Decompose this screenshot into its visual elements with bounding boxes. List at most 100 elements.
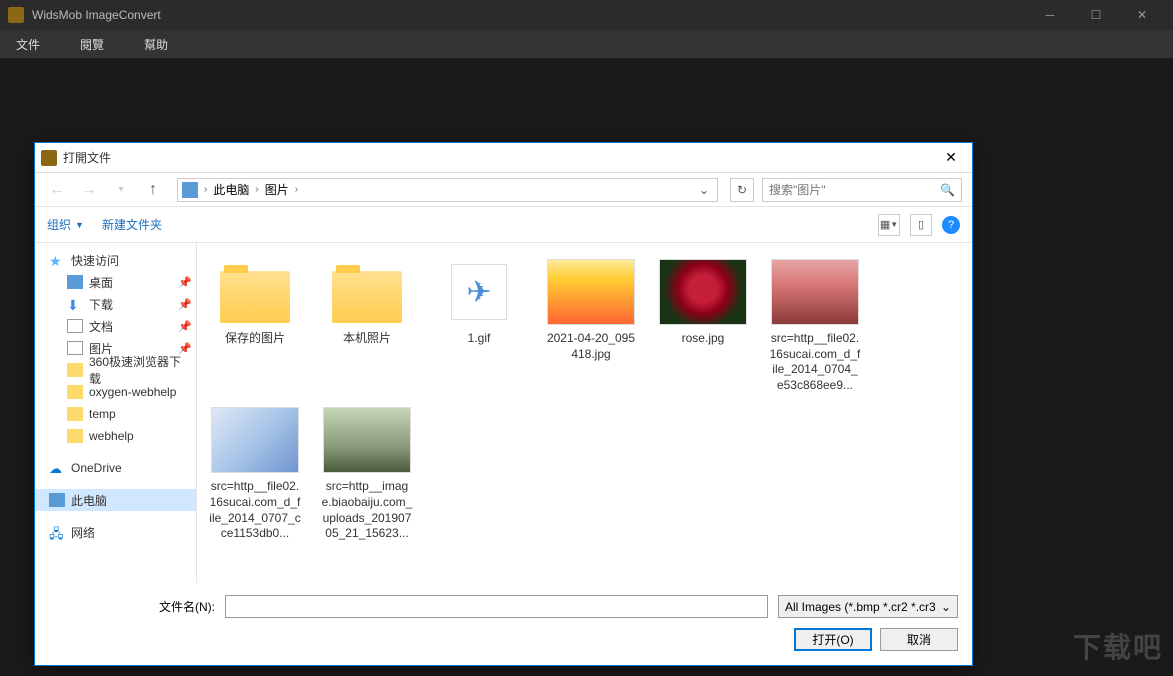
cancel-button[interactable]: 取消 bbox=[880, 628, 958, 651]
nav-up-button[interactable]: ↑ bbox=[141, 178, 165, 202]
sidebar-folder-webhelp[interactable]: webhelp bbox=[35, 425, 196, 447]
sidebar: ★快速访问 桌面📌 ⬇下载📌 文档📌 图片📌 360极速浏览器下载 oxygen… bbox=[35, 243, 197, 583]
nav-forward-button[interactable]: → bbox=[77, 178, 101, 202]
view-mode-button[interactable]: ▦ ▼ bbox=[878, 214, 900, 236]
file-name: 1.gif bbox=[468, 331, 491, 347]
pin-icon: 📌 bbox=[178, 298, 192, 311]
app-title: WidsMob ImageConvert bbox=[32, 8, 1027, 22]
file-name: 本机照片 bbox=[343, 331, 391, 347]
sidebar-thispc[interactable]: 此电脑 bbox=[35, 489, 196, 511]
sidebar-desktop[interactable]: 桌面📌 bbox=[35, 271, 196, 293]
search-icon[interactable]: 🔍 bbox=[940, 183, 955, 197]
breadcrumb-dropdown[interactable]: ⌄ bbox=[695, 183, 713, 197]
help-icon[interactable]: ? bbox=[942, 216, 960, 234]
breadcrumb-thispc[interactable]: 此电脑 bbox=[209, 179, 253, 200]
sidebar-folder-temp[interactable]: temp bbox=[35, 403, 196, 425]
folder-icon bbox=[332, 271, 402, 323]
file-item[interactable]: rose.jpg bbox=[653, 255, 753, 397]
preview-pane-button[interactable]: ▯ bbox=[910, 214, 932, 236]
titlebar: WidsMob ImageConvert ─ ☐ ✕ bbox=[0, 0, 1173, 30]
file-item[interactable]: src=http__file02.16sucai.com_d_file_2014… bbox=[205, 403, 305, 545]
breadcrumb-pc-icon bbox=[182, 182, 198, 198]
watermark: 下载吧 bbox=[1073, 626, 1163, 666]
image-thumbnail bbox=[659, 259, 747, 325]
pc-icon bbox=[49, 493, 65, 507]
monitor-icon bbox=[67, 275, 83, 289]
dialog-body: ★快速访问 桌面📌 ⬇下载📌 文档📌 图片📌 360极速浏览器下载 oxygen… bbox=[35, 243, 972, 583]
filetype-filter[interactable]: All Images (*.bmp *.cr2 *.cr3⌄ bbox=[778, 595, 958, 618]
filename-label: 文件名(N): bbox=[159, 598, 215, 615]
window-controls: ─ ☐ ✕ bbox=[1027, 0, 1165, 30]
file-item[interactable]: ✈ 1.gif bbox=[429, 255, 529, 397]
maximize-button[interactable]: ☐ bbox=[1073, 0, 1119, 30]
chevron-right-icon: › bbox=[295, 184, 298, 195]
dialog-icon bbox=[41, 150, 57, 166]
sidebar-folder-oxygen[interactable]: oxygen-webhelp bbox=[35, 381, 196, 403]
file-name: 保存的图片 bbox=[225, 331, 285, 347]
file-name: src=http__file02.16sucai.com_d_file_2014… bbox=[769, 331, 861, 393]
image-icon: ✈ bbox=[451, 264, 507, 320]
sidebar-documents[interactable]: 文档📌 bbox=[35, 315, 196, 337]
nav-recent-button[interactable]: ▾ bbox=[109, 178, 133, 202]
sidebar-network[interactable]: 🖧网络 bbox=[35, 521, 196, 543]
star-icon: ★ bbox=[49, 253, 65, 267]
minimize-button[interactable]: ─ bbox=[1027, 0, 1073, 30]
new-folder-button[interactable]: 新建文件夹 bbox=[102, 216, 162, 233]
chevron-right-icon: › bbox=[255, 184, 258, 195]
search-box[interactable]: 🔍 bbox=[762, 178, 962, 202]
menubar: 文件 閱覽 幫助 bbox=[0, 30, 1173, 58]
menu-file[interactable]: 文件 bbox=[8, 32, 48, 57]
nav-back-button[interactable]: ← bbox=[45, 178, 69, 202]
file-item[interactable]: 本机照片 bbox=[317, 255, 417, 397]
pin-icon: 📌 bbox=[178, 276, 192, 289]
sidebar-quick-access[interactable]: ★快速访问 bbox=[35, 249, 196, 271]
search-input[interactable] bbox=[769, 183, 940, 197]
picture-icon bbox=[67, 341, 83, 355]
refresh-button[interactable]: ↻ bbox=[730, 178, 754, 202]
file-name: src=http__image.biaobaiju.com_uploads_20… bbox=[321, 479, 413, 541]
file-item[interactable]: 保存的图片 bbox=[205, 255, 305, 397]
image-thumbnail bbox=[323, 407, 411, 473]
filename-input[interactable] bbox=[225, 595, 768, 618]
pin-icon: 📌 bbox=[178, 320, 192, 333]
dialog-footer: 文件名(N): All Images (*.bmp *.cr2 *.cr3⌄ 打… bbox=[35, 583, 972, 665]
sidebar-onedrive[interactable]: ☁OneDrive bbox=[35, 457, 196, 479]
download-icon: ⬇ bbox=[67, 297, 83, 311]
open-button[interactable]: 打开(O) bbox=[794, 628, 872, 651]
dialog-toolbar: 组织 ▼ 新建文件夹 ▦ ▼ ▯ ? bbox=[35, 207, 972, 243]
dialog-navbar: ← → ▾ ↑ › 此电脑 › 图片 › ⌄ ↻ 🔍 bbox=[35, 173, 972, 207]
menu-view[interactable]: 閱覽 bbox=[72, 32, 112, 57]
main-content: 下载吧 打開文件 ✕ ← → ▾ ↑ › 此电脑 › 图片 › ⌄ bbox=[0, 58, 1173, 676]
file-name: 2021-04-20_095418.jpg bbox=[545, 331, 637, 362]
folder-icon bbox=[220, 271, 290, 323]
document-icon bbox=[67, 319, 83, 333]
main-window: WidsMob ImageConvert ─ ☐ ✕ 文件 閱覽 幫助 下载吧 … bbox=[0, 0, 1173, 676]
app-icon bbox=[8, 7, 24, 23]
file-area[interactable]: 保存的图片 本机照片 ✈ 1.gif 2021-04-20_095418.jpg rose… bbox=[197, 243, 972, 583]
file-item[interactable]: src=http__image.biaobaiju.com_uploads_20… bbox=[317, 403, 417, 545]
image-thumbnail bbox=[547, 259, 635, 325]
file-name: src=http__file02.16sucai.com_d_file_2014… bbox=[209, 479, 301, 541]
cloud-icon: ☁ bbox=[49, 461, 65, 475]
file-item[interactable]: src=http__file02.16sucai.com_d_file_2014… bbox=[765, 255, 865, 397]
chevron-right-icon: › bbox=[204, 184, 207, 195]
open-file-dialog: 打開文件 ✕ ← → ▾ ↑ › 此电脑 › 图片 › ⌄ ↻ bbox=[35, 143, 972, 665]
organize-button[interactable]: 组织 ▼ bbox=[47, 216, 84, 233]
dialog-close-button[interactable]: ✕ bbox=[936, 147, 966, 169]
folder-icon bbox=[67, 363, 83, 377]
breadcrumb[interactable]: › 此电脑 › 图片 › ⌄ bbox=[177, 178, 718, 202]
breadcrumb-pictures[interactable]: 图片 bbox=[261, 179, 293, 200]
folder-icon bbox=[67, 429, 83, 443]
sidebar-downloads[interactable]: ⬇下载📌 bbox=[35, 293, 196, 315]
close-button[interactable]: ✕ bbox=[1119, 0, 1165, 30]
image-thumbnail bbox=[771, 259, 859, 325]
menu-help[interactable]: 幫助 bbox=[136, 32, 176, 57]
folder-icon bbox=[67, 407, 83, 421]
image-thumbnail bbox=[211, 407, 299, 473]
dialog-title: 打開文件 bbox=[63, 149, 936, 166]
sidebar-folder-360[interactable]: 360极速浏览器下载 bbox=[35, 359, 196, 381]
dialog-titlebar: 打開文件 ✕ bbox=[35, 143, 972, 173]
file-item[interactable]: 2021-04-20_095418.jpg bbox=[541, 255, 641, 397]
folder-icon bbox=[67, 385, 83, 399]
file-name: rose.jpg bbox=[682, 331, 725, 347]
